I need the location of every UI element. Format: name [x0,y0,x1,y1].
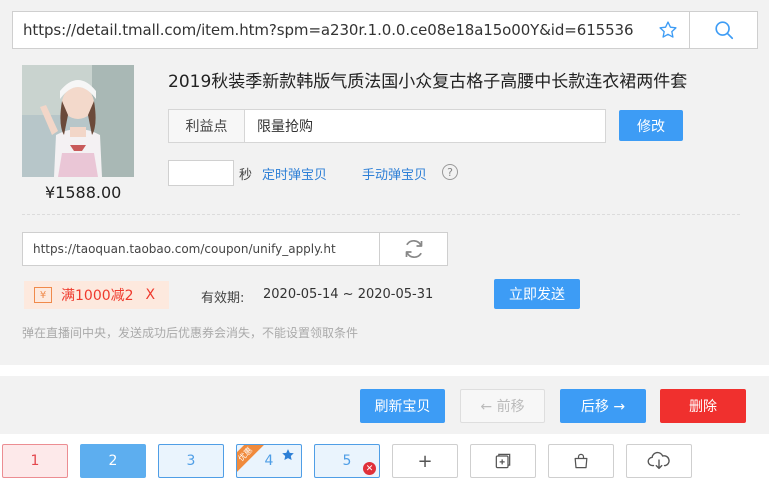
url-input[interactable]: https://detail.tmall.com/item.htm?spm=a2… [13,21,647,39]
coupon-tag: ¥ 满1000减2 X [24,281,170,309]
product-price: ¥1588.00 [45,183,122,202]
benefit-input[interactable]: 限量抢购 [245,116,313,136]
manual-popup-link[interactable]: 手动弹宝贝 [362,164,427,183]
search-icon [714,21,733,40]
refresh-product-button[interactable]: 刷新宝贝 [360,389,445,423]
search-button[interactable] [689,12,757,48]
favorite-button[interactable] [647,12,689,48]
yen-icon: ¥ [34,287,52,303]
add-icon: + [417,450,433,472]
slot-tab-label: 5 [342,453,352,469]
move-forward-button[interactable]: ← 前移 [460,389,545,423]
product-image [22,65,134,177]
divider [22,214,740,215]
send-now-button[interactable]: 立即发送 [494,279,580,309]
product-panel: https://detail.tmall.com/item.htm?spm=a2… [0,0,769,365]
cloud-download-icon [647,451,670,470]
url-bar[interactable]: https://detail.tmall.com/item.htm?spm=a2… [12,11,758,49]
delete-button[interactable]: 删除 [660,389,746,423]
coupon-url-field[interactable]: https://taoquan.taobao.com/coupon/unify_… [22,232,448,266]
benefit-field[interactable]: 利益点 限量抢购 [168,109,606,143]
refresh-coupon-button[interactable] [379,233,447,265]
slot-tab-4[interactable]: 优惠 4 [236,444,302,478]
slot-tab-5[interactable]: 5 ✕ [314,444,380,478]
slot-tab-label: 4 [264,453,274,469]
duplicate-slot-button[interactable] [470,444,536,478]
seconds-unit-label: 秒 [239,168,253,183]
close-badge-icon[interactable]: ✕ [363,462,376,475]
validity-value: 2020-05-14 ~ 2020-05-31 [263,287,434,302]
remove-coupon-button[interactable]: X [146,287,156,303]
edit-button[interactable]: 修改 [619,110,683,141]
coupon-hint: 弹在直播间中央，发送成功后优惠券会消失，不能设置领取条件 [22,326,359,340]
discount-corner-badge: 优惠 [237,445,265,474]
shopping-bag-button[interactable] [548,444,614,478]
slot-tab-3[interactable]: 3 [158,444,224,478]
star-icon [659,21,677,38]
timed-popup-link[interactable]: 定时弹宝贝 [262,164,327,183]
slot-tab-1[interactable]: 1 [2,444,68,478]
cloud-download-button[interactable] [626,444,692,478]
slot-tab-2[interactable]: 2 [80,444,146,478]
coupon-title: 满1000减2 [61,288,134,304]
slot-tab-label: 3 [186,453,196,469]
star-badge-icon [282,449,294,461]
benefit-label: 利益点 [169,110,245,142]
help-icon[interactable]: ? [442,164,458,180]
seconds-input[interactable] [168,160,234,186]
coupon-url-input[interactable]: https://taoquan.taobao.com/coupon/unify_… [23,242,379,256]
slot-tab-label: 2 [108,453,118,469]
refresh-icon [405,240,422,258]
bag-icon [574,453,588,469]
validity-label: 有效期: [201,291,245,306]
add-slot-button[interactable]: + [392,444,458,478]
move-back-button[interactable]: 后移 → [560,389,646,423]
slot-tab-label: 1 [30,453,40,469]
copy-icon [495,453,511,469]
product-title: 2019秋装季新款韩版气质法国小众复古格子高腰中长款连衣裙两件套 [168,72,688,92]
